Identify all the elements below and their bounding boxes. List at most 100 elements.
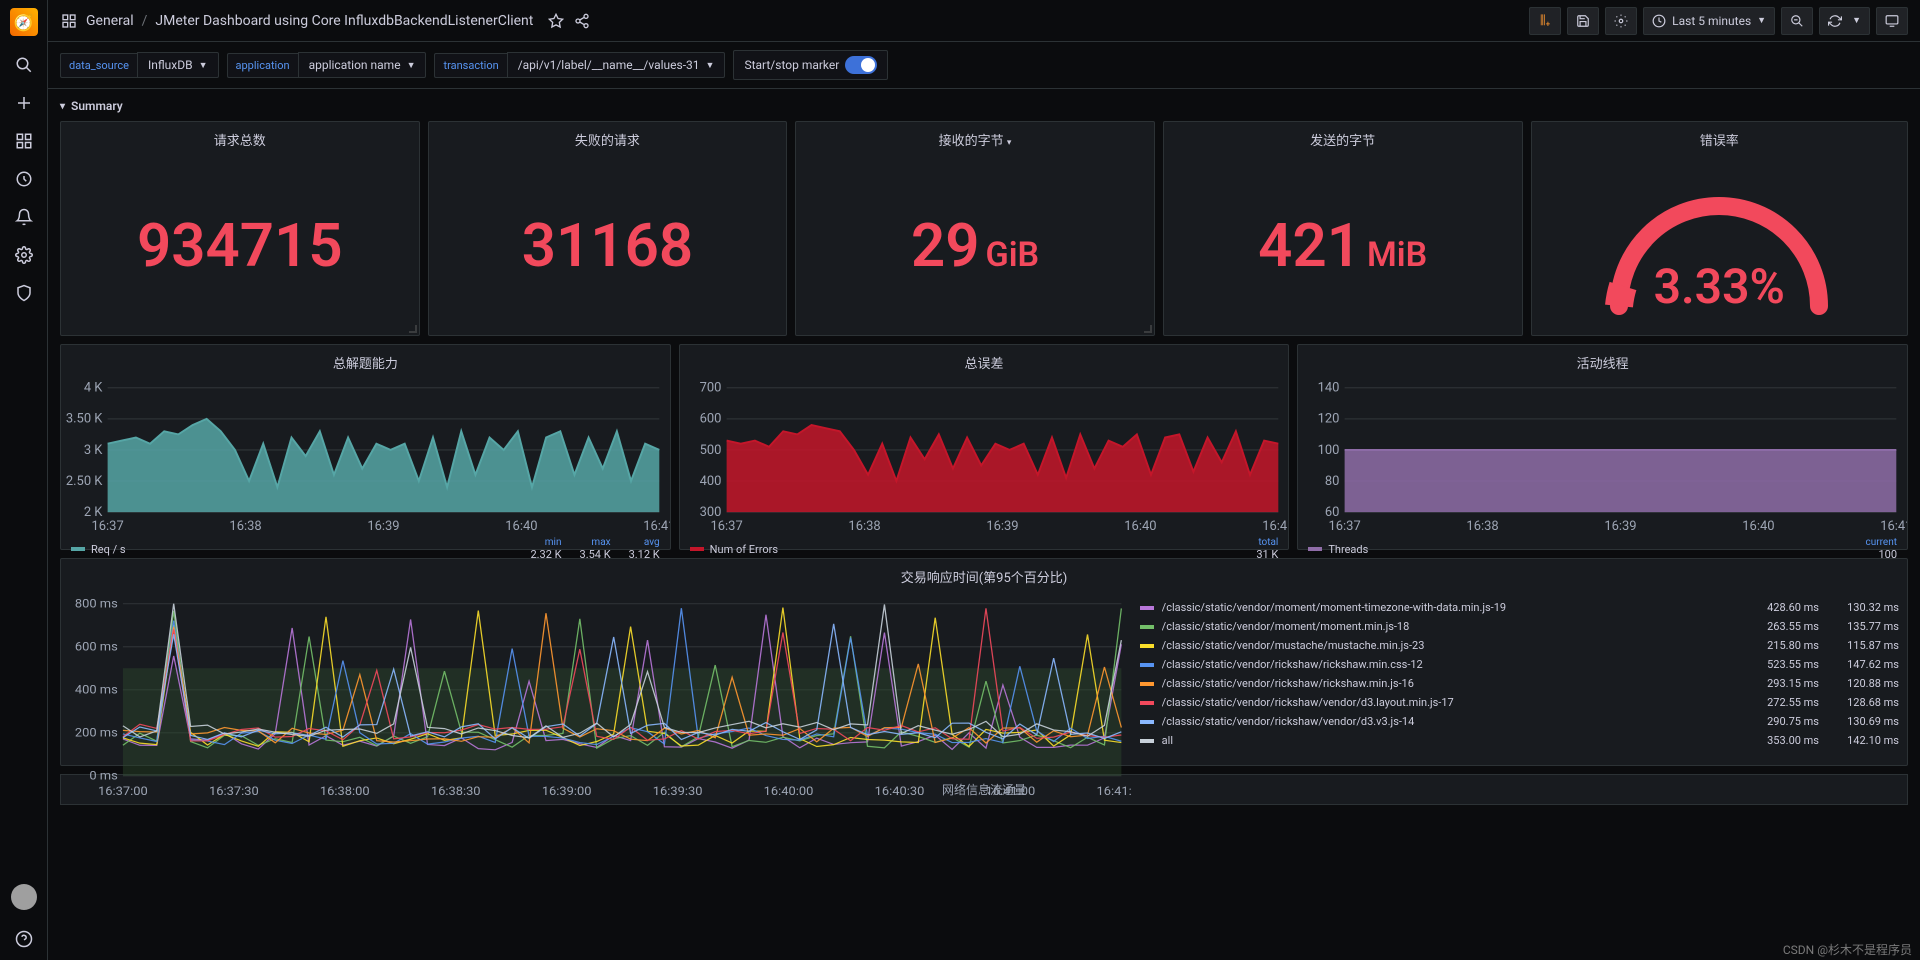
page-title[interactable]: JMeter Dashboard using Core InfluxdbBack… xyxy=(155,13,533,29)
marker-control[interactable]: Start/stop marker xyxy=(733,50,888,80)
breadcrumb: General / JMeter Dashboard using Core In… xyxy=(86,13,533,29)
legend-swatch xyxy=(1140,625,1154,629)
legend-swatch xyxy=(71,547,85,551)
legend-label: Req / s xyxy=(91,543,126,556)
legend-row[interactable]: /classic/static/vendor/rickshaw/vendor/d… xyxy=(1134,693,1905,712)
time-range-picker[interactable]: Last 5 minutes▼ xyxy=(1643,7,1775,35)
svg-text:3 K: 3 K xyxy=(84,443,103,458)
panel-title: 活动线程 xyxy=(1298,345,1907,380)
legend-row[interactable]: /classic/static/vendor/moment/moment.min… xyxy=(1134,617,1905,636)
svg-text:16:40:00: 16:40:00 xyxy=(764,785,814,800)
panel-title: 失败的请求 xyxy=(429,122,787,157)
breadcrumb-folder[interactable]: General xyxy=(86,13,134,29)
panel-errors[interactable]: 总误差 30040050060070016:3716:3816:3916:401… xyxy=(679,344,1290,550)
legend-row[interactable]: /classic/static/vendor/rickshaw/rickshaw… xyxy=(1134,655,1905,674)
marker-switch[interactable] xyxy=(845,56,877,74)
svg-text:400: 400 xyxy=(699,474,721,489)
legend-row[interactable]: all353.00 ms142.10 ms xyxy=(1134,731,1905,750)
section-toggle[interactable]: ▾Summary xyxy=(60,99,1908,113)
svg-text:16:40: 16:40 xyxy=(505,519,537,534)
gear-icon[interactable] xyxy=(15,246,33,264)
refresh-button[interactable]: ▼ xyxy=(1819,7,1870,35)
legend-label: Num of Errors xyxy=(710,543,778,556)
panel-title: 错误率 xyxy=(1532,122,1908,157)
svg-text:16:40:30: 16:40:30 xyxy=(875,785,925,800)
var-label: data_source xyxy=(60,53,137,78)
panel-requests-total[interactable]: 请求总数 934715 xyxy=(60,121,420,336)
legend-name: /classic/static/vendor/rickshaw/rickshaw… xyxy=(1162,677,1739,690)
dashboards-icon[interactable] xyxy=(60,12,78,30)
svg-text:600 ms: 600 ms xyxy=(75,640,118,655)
svg-text:3.50 K: 3.50 K xyxy=(66,412,103,427)
legend-row[interactable]: /classic/static/vendor/moment/moment-tim… xyxy=(1134,598,1905,617)
svg-text:16:37:30: 16:37:30 xyxy=(209,785,259,800)
svg-text:16:40: 16:40 xyxy=(1124,519,1156,534)
topbar: General / JMeter Dashboard using Core In… xyxy=(48,0,1920,42)
svg-text:16:37:00: 16:37:00 xyxy=(98,785,148,800)
shield-icon[interactable] xyxy=(15,284,33,302)
svg-text:16:41: 16:41 xyxy=(1262,519,1288,534)
svg-text:16:38: 16:38 xyxy=(848,519,880,534)
svg-text:16:37: 16:37 xyxy=(1329,519,1361,534)
panel-failed-requests[interactable]: 失败的请求 31168 xyxy=(428,121,788,336)
save-button[interactable] xyxy=(1567,7,1599,35)
panel-title: 总解题能力 xyxy=(61,345,670,380)
gauge-value: 3.33% xyxy=(1654,258,1785,315)
transaction-legend: /classic/static/vendor/moment/moment-tim… xyxy=(1132,594,1907,800)
legend-v1: 293.15 ms xyxy=(1747,677,1819,690)
svg-text:16:41: 16:41 xyxy=(1881,519,1907,534)
explore-icon[interactable] xyxy=(15,170,33,188)
legend-label: Threads xyxy=(1328,543,1368,556)
svg-text:16:38: 16:38 xyxy=(1467,519,1499,534)
settings-button[interactable] xyxy=(1605,7,1637,35)
stat-value: 29GiB xyxy=(911,216,1039,276)
legend-v2: 128.68 ms xyxy=(1827,696,1899,709)
star-icon[interactable] xyxy=(547,12,565,30)
panel-throughput[interactable]: 总解题能力 2 K2.50 K3 K3.50 K4 K16:3716:3816:… xyxy=(60,344,671,550)
svg-text:16:39: 16:39 xyxy=(986,519,1018,534)
var-datasource[interactable]: InfluxDB▼ xyxy=(137,52,219,78)
panel-threads[interactable]: 活动线程 608010012014016:3716:3816:3916:4016… xyxy=(1297,344,1908,550)
var-application[interactable]: application name▼ xyxy=(298,52,427,78)
panel-title: 交易响应时间(第95个百分比) xyxy=(61,559,1907,594)
panel-title: 请求总数 xyxy=(61,122,419,157)
zoom-out-button[interactable] xyxy=(1781,7,1813,35)
svg-text:120: 120 xyxy=(1318,412,1340,427)
panel-transaction-response[interactable]: 交易响应时间(第95个百分比) 0 ms200 ms400 ms600 ms80… xyxy=(60,558,1908,766)
legend-swatch xyxy=(1140,739,1154,743)
legend-v2: 147.62 ms xyxy=(1827,658,1899,671)
panel-error-rate[interactable]: 错误率 3.33% xyxy=(1531,121,1909,336)
share-icon[interactable] xyxy=(573,12,591,30)
svg-text:800 ms: 800 ms xyxy=(75,597,118,612)
panel-sent-bytes[interactable]: 发送的字节 421MiB xyxy=(1163,121,1523,336)
svg-text:16:39:00: 16:39:00 xyxy=(542,785,592,800)
panel-received-bytes[interactable]: 接收的字节 ▾ 29GiB xyxy=(795,121,1155,336)
add-panel-button[interactable]: ⫼₊ xyxy=(1529,7,1561,35)
avatar[interactable] xyxy=(11,884,37,910)
svg-text:16:41:30: 16:41:30 xyxy=(1097,785,1132,800)
search-icon[interactable] xyxy=(15,56,33,74)
dashboards-icon[interactable] xyxy=(15,132,33,150)
svg-text:16:38:30: 16:38:30 xyxy=(431,785,481,800)
stat-value: 31168 xyxy=(522,216,693,276)
watermark: CSDN @杉木不是程序员 xyxy=(1783,941,1912,958)
grafana-logo[interactable]: 🧭 xyxy=(10,8,38,36)
cycle-view-button[interactable] xyxy=(1876,7,1908,35)
help-icon[interactable] xyxy=(15,930,33,948)
svg-text:600: 600 xyxy=(699,412,721,427)
var-transaction[interactable]: /api/v1/label/__name__/values-31▼ xyxy=(507,52,726,78)
plus-icon[interactable] xyxy=(15,94,33,112)
legend-row[interactable]: /classic/static/vendor/mustache/mustache… xyxy=(1134,636,1905,655)
svg-text:16:39:30: 16:39:30 xyxy=(653,785,703,800)
legend-swatch xyxy=(1140,720,1154,724)
sidebar: 🧭 xyxy=(0,0,48,960)
legend-row[interactable]: /classic/static/vendor/rickshaw/rickshaw… xyxy=(1134,674,1905,693)
alert-icon[interactable] xyxy=(15,208,33,226)
legend-row[interactable]: /classic/static/vendor/rickshaw/vendor/d… xyxy=(1134,712,1905,731)
svg-text:16:39: 16:39 xyxy=(1605,519,1637,534)
legend-swatch xyxy=(1140,682,1154,686)
legend-v2: 120.88 ms xyxy=(1827,677,1899,690)
svg-text:16:38: 16:38 xyxy=(229,519,261,534)
legend-v2: 115.87 ms xyxy=(1827,639,1899,652)
legend-v2: 130.69 ms xyxy=(1827,715,1899,728)
